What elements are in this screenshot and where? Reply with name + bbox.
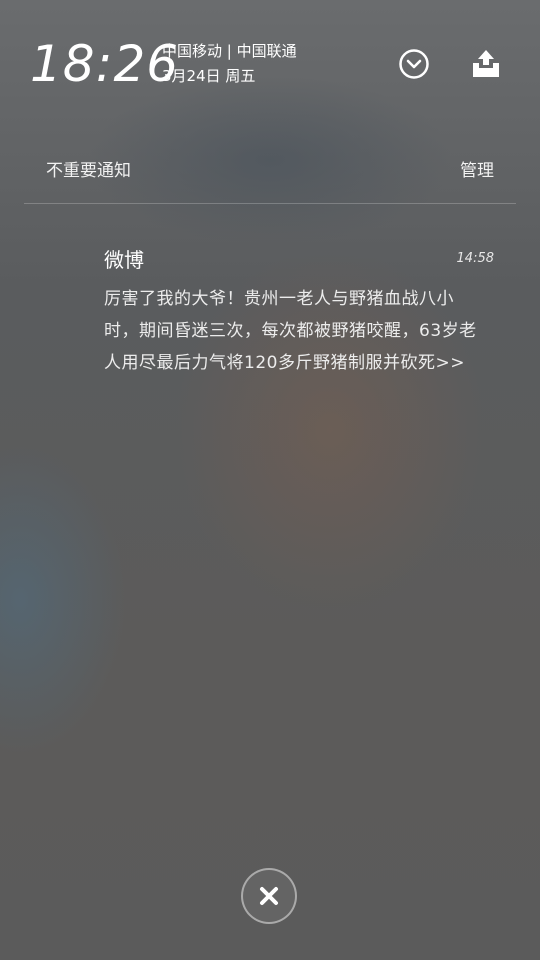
notification-header: 18:26 中国移动 | 中国联通 3月24日 周五 [0, 0, 540, 120]
blurred-wallpaper [0, 0, 540, 960]
expand-button[interactable] [394, 44, 434, 84]
close-icon [260, 887, 278, 905]
close-button[interactable] [241, 868, 297, 924]
notification-time: 14:58 [456, 251, 494, 266]
manage-button[interactable]: 管理 [460, 160, 494, 182]
divider [24, 203, 516, 204]
notification-item[interactable]: 微博 14:58 厉害了我的大爷！贵州一老人与野猪血战八小时，期间昏迷三次，每次… [0, 236, 540, 426]
clock: 18:26 [30, 35, 180, 93]
date-label: 3月24日 周五 [162, 67, 256, 85]
section-header: 不重要通知 管理 [0, 150, 540, 204]
upload-button[interactable] [466, 44, 506, 84]
tray-upload-icon [473, 50, 499, 77]
section-title: 不重要通知 [46, 161, 131, 181]
carrier-label: 中国移动 | 中国联通 [162, 42, 297, 60]
notification-text: 厉害了我的大爷！贵州一老人与野猪血战八小时，期间昏迷三次，每次都被野猪咬醒，63… [104, 289, 477, 373]
chevron-down-circle-icon [399, 49, 429, 79]
notification-app-name: 微博 [104, 248, 144, 272]
